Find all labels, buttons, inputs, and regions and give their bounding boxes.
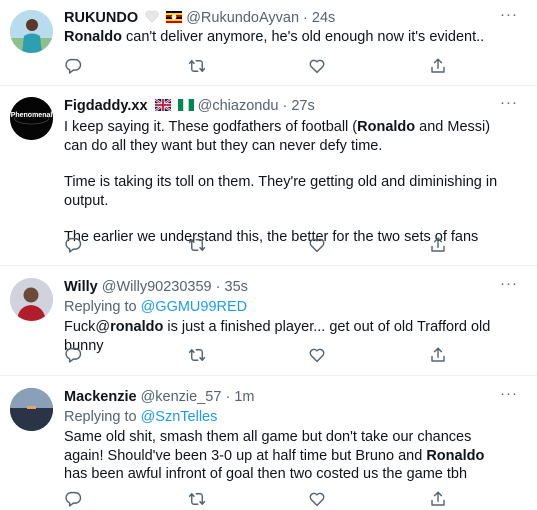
reply-icon[interactable] [64, 346, 82, 364]
tweet-feed: RUKUNDO @RukundoAyvan · 24s ··· Ronaldo … [0, 0, 537, 507]
retweet-icon[interactable] [188, 57, 206, 75]
more-icon[interactable]: ··· [499, 386, 519, 407]
more-icon[interactable]: ··· [499, 7, 519, 28]
reply-icon[interactable] [64, 490, 82, 508]
share-icon[interactable] [429, 236, 447, 254]
tweet[interactable]: Willy @Willy90230359 · 35s ··· Replying … [0, 266, 537, 376]
tweet-header: RUKUNDO @RukundoAyvan · 24s [64, 8, 497, 28]
display-name[interactable]: Mackenzie [64, 389, 137, 405]
share-icon[interactable] [429, 57, 447, 75]
heart-emoji-icon [145, 9, 159, 29]
tweet-header: Mackenzie @kenzie_57 · 1m [64, 387, 497, 407]
keyword-highlight: Ronaldo [357, 119, 416, 135]
tweet[interactable]: Phenomenal Figdaddy.xx @chiazondu · 27s … [0, 86, 537, 266]
heart-icon[interactable] [308, 490, 326, 508]
retweet-icon[interactable] [188, 236, 206, 254]
text-segment: has been awful infront of goal then two … [64, 466, 468, 482]
display-name[interactable]: Figdaddy.xx [64, 98, 148, 114]
tweet[interactable]: RUKUNDO @RukundoAyvan · 24s ··· Ronaldo … [0, 0, 537, 86]
tweet-actions [64, 236, 447, 256]
avatar-text: Phenomenal [10, 112, 53, 119]
display-name[interactable]: Willy [64, 279, 98, 295]
timestamp[interactable]: 1m [234, 389, 254, 405]
replying-to: Replying to @SznTelles [64, 407, 217, 427]
keyword-highlight: Ronaldo [426, 447, 485, 464]
keyword-highlight: ronaldo [110, 319, 164, 335]
username[interactable]: @kenzie_57 [141, 389, 222, 405]
text-segment: I keep saying it. These godfathers of fo… [64, 119, 358, 135]
heart-icon[interactable] [308, 236, 326, 254]
text-paragraph: Time is taking its toll on them. They're… [64, 174, 498, 209]
text-segment: Same old shit, smash them all game but d… [64, 429, 472, 464]
tweet-text: Same old shit, smash them all game but d… [64, 428, 497, 484]
username[interactable]: @Willy90230359 [102, 279, 212, 295]
tweet[interactable]: Mackenzie @kenzie_57 · 1m ··· Replying t… [0, 376, 537, 507]
tweet-actions [64, 346, 447, 366]
timestamp[interactable]: 27s [291, 98, 314, 114]
tweet-text: I keep saying it. These godfathers of fo… [64, 118, 517, 247]
more-icon[interactable]: ··· [499, 276, 519, 297]
separator: · [215, 279, 221, 295]
tweet-actions [64, 57, 447, 77]
username[interactable]: @chiazondu [198, 98, 279, 114]
username[interactable]: @RukundoAyvan [186, 10, 299, 26]
reply-icon[interactable] [64, 236, 82, 254]
timestamp[interactable]: 35s [225, 279, 248, 295]
heart-icon[interactable] [308, 346, 326, 364]
share-icon[interactable] [429, 346, 447, 364]
replying-handle-link[interactable]: @SznTelles [141, 409, 218, 425]
uganda-flag-icon [166, 9, 183, 29]
display-name[interactable]: RUKUNDO [64, 10, 138, 26]
text-segment: Fuck@ [64, 319, 111, 335]
tweet-header: Willy @Willy90230359 · 35s [64, 277, 497, 297]
tweet-header: Figdaddy.xx @chiazondu · 27s [64, 96, 497, 116]
heart-icon[interactable] [308, 57, 326, 75]
more-icon[interactable]: ··· [499, 95, 519, 116]
timestamp[interactable]: 24s [312, 10, 335, 26]
avatar[interactable] [10, 10, 53, 53]
keyword-highlight: Ronaldo [64, 29, 122, 45]
uk-flag-icon [153, 97, 172, 117]
tweet-actions [64, 490, 447, 510]
separator: · [282, 98, 288, 114]
separator: · [303, 10, 308, 26]
avatar[interactable] [10, 278, 53, 321]
retweet-icon[interactable] [188, 490, 206, 508]
share-icon[interactable] [429, 490, 447, 508]
tweet-text: Ronaldo can't deliver anymore, he's old … [64, 28, 517, 47]
reply-icon[interactable] [64, 57, 82, 75]
replying-handle-link[interactable]: @GGMU99RED [141, 299, 248, 315]
replying-label: Replying to [64, 409, 141, 425]
retweet-icon[interactable] [188, 346, 206, 364]
avatar[interactable]: Phenomenal [10, 97, 53, 140]
avatar[interactable] [10, 388, 53, 431]
replying-label: Replying to [64, 299, 141, 315]
nigeria-flag-icon [177, 97, 194, 117]
separator: · [225, 389, 231, 405]
text-segment: can't deliver anymore, he's old enough n… [122, 29, 485, 45]
replying-to: Replying to @GGMU99RED [64, 297, 247, 317]
